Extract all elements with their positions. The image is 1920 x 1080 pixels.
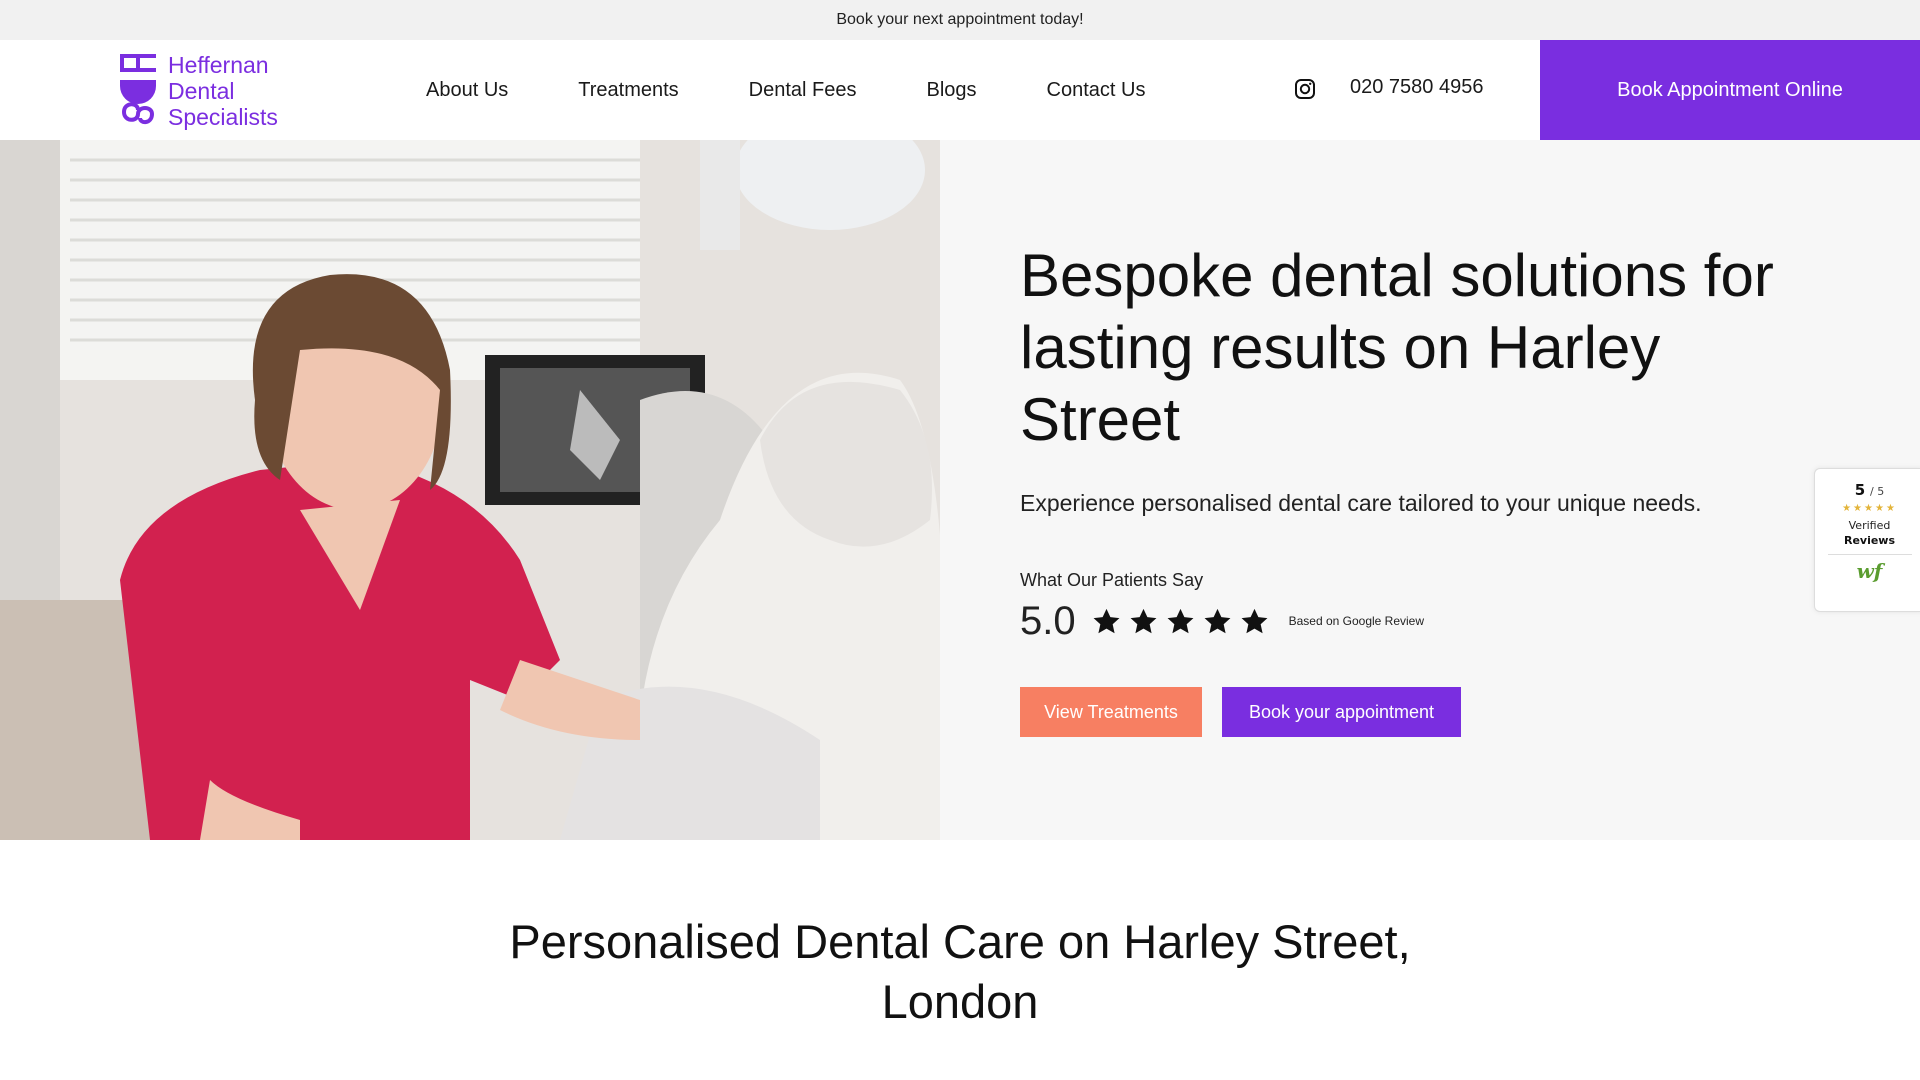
review-stars: ★★★★★ (1842, 503, 1897, 514)
review-provider-logo: wf (1856, 559, 1883, 583)
logo-line-3: Specialists (168, 104, 278, 130)
based-on-google-review: Based on Google Review (1288, 614, 1425, 628)
instagram-icon[interactable] (1294, 78, 1316, 100)
nav-blogs[interactable]: Blogs (927, 79, 977, 102)
hero-heading: Bespoke dental solutions for lasting res… (1020, 242, 1774, 453)
nav-treatments[interactable]: Treatments (578, 79, 678, 102)
star-icon (1167, 608, 1194, 633)
logo-text: Heffernan Dental Specialists (168, 52, 278, 130)
review-divider (1827, 554, 1912, 555)
main-nav: About Us Treatments Dental Fees Blogs Co… (426, 40, 1215, 140)
book-your-appointment-button[interactable]: Book your appointment (1222, 687, 1461, 737)
book-appointment-online-button[interactable]: Book Appointment Online (1540, 40, 1920, 140)
section-heading-line-2: London (881, 975, 1039, 1028)
announcement-text: Book your next appointment today! (836, 11, 1084, 28)
announcement-bar: Book your next appointment today! (0, 0, 1920, 40)
nav-dental-fees[interactable]: Dental Fees (749, 79, 857, 102)
star-icon (1130, 608, 1157, 633)
patients-say-label: What Our Patients Say (1020, 570, 1204, 590)
star-icon (1241, 608, 1268, 633)
phone-link[interactable]: 020 7580 4956 (1350, 76, 1483, 99)
site-header: Heffernan Dental Specialists About Us Tr… (0, 40, 1920, 140)
view-treatments-button[interactable]: View Treatments (1020, 687, 1202, 737)
site-logo[interactable]: Heffernan Dental Specialists (118, 52, 278, 130)
section-heading: Personalised Dental Care on Harley Stree… (0, 912, 1920, 1032)
star-icon (1093, 608, 1120, 633)
logo-mark-icon (120, 54, 156, 125)
review-score: 5 / 5 (1854, 481, 1885, 499)
logo-line-1: Heffernan (168, 52, 269, 78)
rating-stars (1092, 607, 1269, 636)
review-verified-label: Verified (1848, 519, 1891, 532)
nav-about-us[interactable]: About Us (426, 79, 508, 102)
rating-row: 5.0 Based on Google Review (1020, 596, 1424, 646)
star-icon (1204, 608, 1231, 633)
logo-line-2: Dental (168, 78, 235, 104)
hero-section: Bespoke dental solutions for lasting res… (0, 140, 1920, 840)
review-reviews-label: Reviews (1843, 534, 1896, 547)
rating-value: 5.0 (1020, 598, 1076, 643)
hero-subtitle: Experience personalised dental care tail… (1020, 490, 1702, 516)
nav-contact-us[interactable]: Contact Us (1047, 79, 1146, 102)
section-heading-line-1: Personalised Dental Care on Harley Stree… (509, 915, 1411, 968)
dentist-with-patient-illustration (0, 140, 940, 840)
hero-image (0, 140, 940, 840)
verified-reviews-widget[interactable]: 5 / 5 ★★★★★ Verified Reviews wf (1814, 468, 1920, 612)
